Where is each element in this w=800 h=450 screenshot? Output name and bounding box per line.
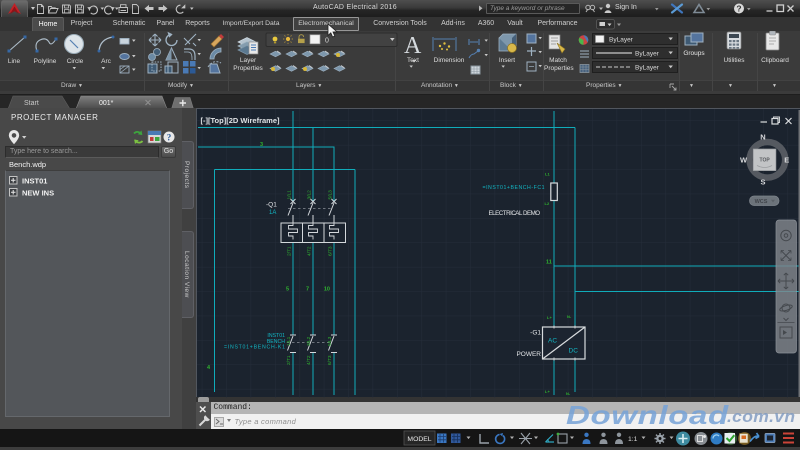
svg-text:1:1: 1:1 (628, 436, 638, 443)
svg-text:3/L2: 3/L2 (306, 336, 312, 346)
svg-text:TOP: TOP (759, 158, 770, 164)
svg-text:INST01: INST01 (22, 177, 47, 186)
svg-text:=INST01+BENCH-K1: =INST01+BENCH-K1 (224, 345, 285, 351)
svg-text:5/L3: 5/L3 (327, 336, 333, 346)
svg-text:AC: AC (548, 338, 557, 345)
svg-text:1A: 1A (269, 210, 276, 216)
svg-text:POWER: POWER (516, 351, 541, 358)
svg-text:MODEL: MODEL (407, 436, 431, 443)
svg-text:-Q1: -Q1 (266, 202, 277, 209)
svg-text:4/T2: 4/T2 (306, 355, 312, 365)
svg-text:L+: L+ (545, 389, 550, 394)
svg-text:ELECTRICAL DEMO: ELECTRICAL DEMO (489, 210, 541, 217)
svg-text:=INST01+BENCH-FC1: =INST01+BENCH-FC1 (483, 185, 545, 191)
svg-text:5: 5 (286, 287, 289, 293)
svg-text:[-][Top][2D Wireframe]: [-][Top][2D Wireframe] (201, 116, 281, 125)
svg-text:?: ? (167, 132, 172, 142)
svg-text:ByLayer: ByLayer (609, 37, 634, 44)
svg-text:001*: 001* (99, 100, 114, 107)
svg-text:L2: L2 (545, 201, 550, 206)
svg-text:11: 11 (546, 260, 552, 266)
svg-text:4/T2: 4/T2 (307, 246, 313, 256)
svg-text:ByLayer: ByLayer (635, 51, 660, 58)
svg-text:2/T1: 2/T1 (287, 246, 293, 256)
svg-text:E: E (784, 155, 789, 164)
svg-text:W: W (740, 155, 748, 164)
svg-text:N-: N- (566, 391, 571, 396)
svg-text:A: A (404, 33, 422, 59)
svg-text:?: ? (736, 4, 741, 14)
svg-text:1/L1: 1/L1 (287, 190, 293, 200)
svg-text:7: 7 (306, 287, 309, 293)
svg-text:N: N (760, 133, 765, 142)
svg-text:NEW INS: NEW INS (22, 189, 54, 198)
svg-text:1/L1: 1/L1 (286, 336, 292, 346)
svg-text:3: 3 (260, 142, 263, 148)
svg-text:N-: N- (567, 314, 572, 319)
svg-text:DC: DC (569, 348, 579, 355)
svg-text:L1: L1 (545, 172, 550, 177)
svg-text:3/L2: 3/L2 (307, 190, 313, 200)
svg-text:WCS: WCS (755, 199, 768, 205)
svg-text:10: 10 (324, 287, 330, 293)
svg-text:-G1: -G1 (530, 330, 541, 337)
svg-text:6/T3: 6/T3 (328, 246, 334, 256)
svg-text:L+: L+ (547, 315, 552, 320)
svg-text:ByLayer: ByLayer (635, 65, 660, 72)
svg-text:6/T3: 6/T3 (327, 355, 333, 365)
svg-text:2/T1: 2/T1 (286, 355, 292, 365)
svg-text:S: S (760, 178, 765, 187)
svg-text:5/L3: 5/L3 (328, 190, 334, 200)
svg-text:Start: Start (24, 100, 39, 107)
